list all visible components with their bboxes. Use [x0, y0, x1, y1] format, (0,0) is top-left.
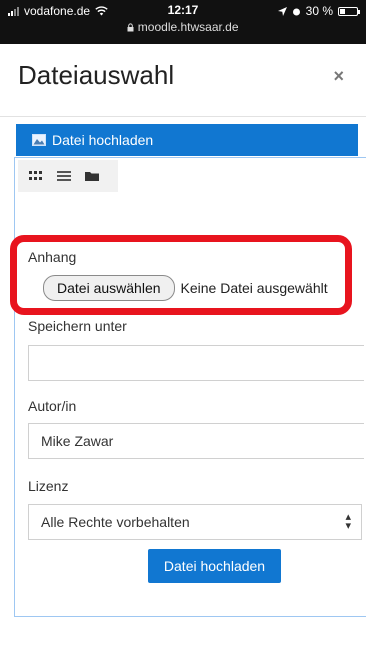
license-label: Lizenz: [28, 478, 69, 494]
status-bar: vodafone.de 12:17 moodle.htwsaar.de 30 %: [0, 0, 366, 44]
list-view-icon[interactable]: [56, 169, 72, 183]
header-divider: [0, 116, 366, 117]
url-bar[interactable]: moodle.htwsaar.de: [0, 20, 366, 34]
save-as-label: Speichern unter: [28, 318, 127, 334]
lock-icon: [127, 23, 134, 32]
location-icon: [277, 6, 287, 16]
upload-file-button[interactable]: Datei hochladen: [148, 549, 281, 583]
status-right: 30 %: [277, 4, 360, 18]
attachment-label: Anhang: [28, 249, 77, 265]
select-arrows-icon: ▴ ▾: [345, 511, 351, 532]
repository-tab-label: Datei hochladen: [52, 132, 154, 148]
author-input[interactable]: Mike Zawar: [28, 423, 364, 459]
alarm-icon: [292, 8, 300, 15]
author-label: Autor/in: [28, 398, 77, 414]
folder-view-icon[interactable]: [84, 169, 100, 183]
file-chooser-row: Datei auswählen Keine Datei ausgewählt: [43, 275, 328, 301]
save-as-input[interactable]: [28, 345, 364, 381]
close-icon[interactable]: ×: [333, 66, 344, 87]
dialog-title: Dateiauswahl: [18, 60, 175, 90]
grid-view-icon[interactable]: [28, 169, 44, 183]
battery-icon: [338, 6, 360, 16]
upload-icon: [32, 134, 46, 146]
license-value: Alle Rechte vorbehalten: [41, 514, 190, 530]
no-file-status: Keine Datei ausgewählt: [180, 280, 328, 296]
filepicker-panel: [14, 157, 366, 617]
view-toolbar: [18, 160, 118, 192]
url-text: moodle.htwsaar.de: [137, 20, 239, 34]
repository-upload-tab[interactable]: Datei hochladen: [16, 124, 358, 156]
license-select[interactable]: Alle Rechte vorbehalten ▴ ▾: [28, 504, 362, 540]
choose-file-button[interactable]: Datei auswählen: [43, 275, 175, 301]
battery-percent: 30 %: [305, 4, 333, 18]
